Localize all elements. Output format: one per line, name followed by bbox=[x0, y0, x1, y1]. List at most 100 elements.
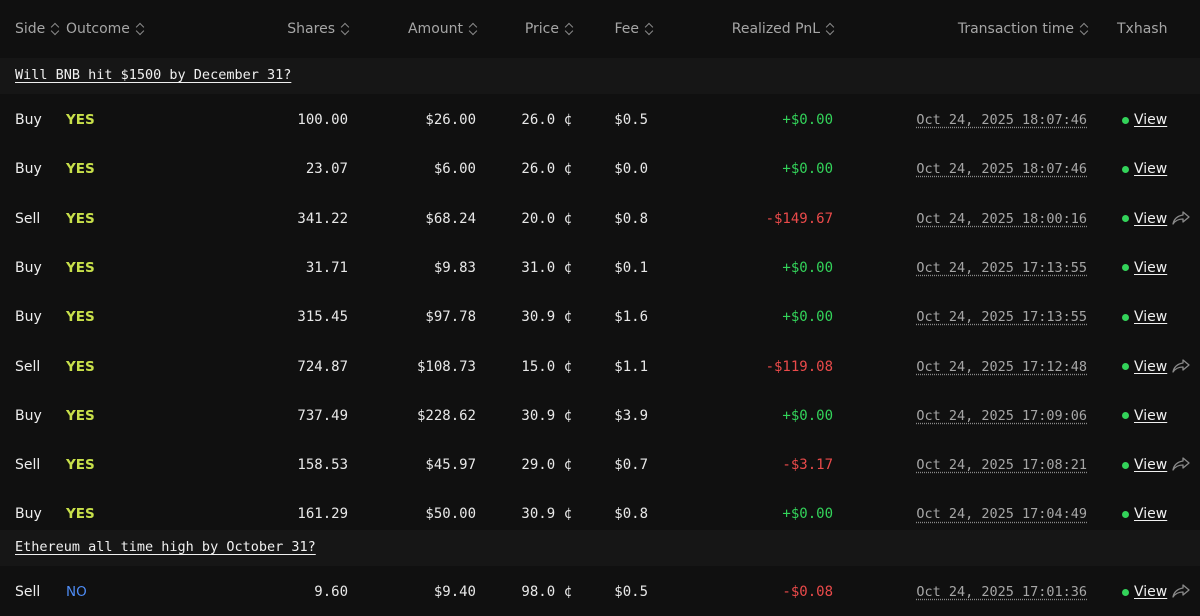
transaction-time[interactable]: Oct 24, 2025 18:00:16 bbox=[916, 210, 1087, 228]
column-header-label: Price bbox=[524, 21, 559, 37]
sort-icon[interactable] bbox=[565, 23, 572, 35]
column-header-side[interactable]: Side bbox=[15, 20, 58, 38]
market-title-link[interactable]: Will BNB hit $1500 by December 31? bbox=[15, 67, 291, 83]
sort-icon[interactable] bbox=[51, 23, 58, 35]
column-header-outcome[interactable]: Outcome bbox=[66, 20, 143, 38]
realized-pnl-cell: +$0.00 bbox=[782, 506, 833, 523]
transaction-time[interactable]: Oct 24, 2025 17:13:55 bbox=[916, 308, 1087, 326]
transaction-time[interactable]: Oct 24, 2025 17:08:21 bbox=[916, 456, 1087, 474]
transaction-time[interactable]: Oct 24, 2025 17:12:48 bbox=[916, 358, 1087, 376]
transaction-time[interactable]: Oct 24, 2025 17:04:49 bbox=[916, 505, 1087, 523]
realized-pnl-cell: -$119.08 bbox=[765, 358, 833, 375]
view-transaction-link[interactable]: View bbox=[1134, 259, 1167, 277]
status-dot-icon bbox=[1122, 510, 1129, 518]
outcome-badge: YES bbox=[66, 161, 95, 178]
fee-cell: $0.8 bbox=[614, 210, 648, 227]
outcome-badge: YES bbox=[66, 457, 95, 474]
fee-cell: $1.1 bbox=[614, 358, 648, 375]
share-icon[interactable] bbox=[1172, 583, 1190, 599]
realized-pnl-cell: +$0.00 bbox=[782, 407, 833, 424]
side-cell: Buy bbox=[15, 309, 42, 326]
amount-cell: $45.97 bbox=[425, 457, 476, 474]
shares-cell: 100.00 bbox=[297, 112, 348, 128]
column-header-label: Transaction time bbox=[957, 21, 1074, 37]
transaction-time[interactable]: Oct 24, 2025 17:01:36 bbox=[916, 583, 1087, 601]
market-group-header: Ethereum all time high by October 31? bbox=[0, 530, 1200, 566]
txhash-cell: View bbox=[1122, 358, 1167, 376]
market-group-header: Will BNB hit $1500 by December 31? bbox=[0, 58, 1200, 94]
column-header-amount[interactable]: Amount bbox=[408, 20, 476, 38]
outcome-badge: YES bbox=[66, 210, 95, 227]
side-cell: Sell bbox=[15, 457, 41, 474]
txhash-cell: View bbox=[1122, 111, 1167, 129]
side-cell: Buy bbox=[15, 506, 42, 523]
amount-cell: $97.78 bbox=[425, 309, 476, 326]
shares-cell: 315.45 bbox=[297, 309, 348, 326]
side-cell: Sell bbox=[15, 358, 41, 375]
price-cell: 30.9 ¢ bbox=[521, 407, 572, 424]
sort-icon[interactable] bbox=[469, 23, 476, 35]
view-transaction-link[interactable]: View bbox=[1134, 407, 1167, 425]
transaction-time[interactable]: Oct 24, 2025 18:07:46 bbox=[916, 111, 1087, 129]
column-header-label: Realized PnL bbox=[731, 21, 820, 37]
sort-icon[interactable] bbox=[136, 23, 143, 35]
txhash-cell: View bbox=[1122, 583, 1167, 601]
share-icon[interactable] bbox=[1172, 210, 1190, 226]
share-icon[interactable] bbox=[1172, 358, 1190, 374]
sort-icon[interactable] bbox=[341, 23, 348, 35]
realized-pnl-cell: +$0.00 bbox=[782, 309, 833, 326]
side-cell: Sell bbox=[15, 584, 41, 600]
txhash-cell: View bbox=[1122, 259, 1167, 277]
table-row: Buy YES 100.00 $26.00 26.0 ¢ $0.5 +$0.00 Oct 24… bbox=[0, 96, 1200, 145]
side-cell: Sell bbox=[15, 210, 41, 227]
table-row: Buy YES 31.71 $9.83 31.0 ¢ $0.1 +$0.00 Oct 24, … bbox=[0, 243, 1200, 293]
view-transaction-link[interactable]: View bbox=[1134, 456, 1167, 474]
txhash-cell: View bbox=[1122, 456, 1167, 474]
sort-icon[interactable] bbox=[826, 23, 833, 35]
amount-cell: $9.83 bbox=[433, 259, 476, 276]
column-header-fee[interactable]: Fee bbox=[614, 20, 652, 38]
share-icon[interactable] bbox=[1172, 456, 1190, 472]
view-transaction-link[interactable]: View bbox=[1134, 210, 1167, 228]
column-header-label: Txhash bbox=[1117, 21, 1168, 37]
shares-cell: 23.07 bbox=[305, 161, 348, 178]
view-transaction-link[interactable]: View bbox=[1134, 505, 1167, 523]
txhash-cell: View bbox=[1122, 407, 1167, 425]
transaction-time[interactable]: Oct 24, 2025 18:07:46 bbox=[916, 160, 1087, 178]
amount-cell: $108.73 bbox=[416, 358, 476, 375]
status-dot-icon bbox=[1122, 588, 1129, 596]
shares-cell: 158.53 bbox=[297, 457, 348, 474]
view-transaction-link[interactable]: View bbox=[1134, 308, 1167, 326]
transaction-time[interactable]: Oct 24, 2025 17:13:55 bbox=[916, 259, 1087, 277]
outcome-badge: YES bbox=[66, 112, 95, 128]
table-row: Sell YES 158.53 $45.97 29.0 ¢ $0.7 -$3.17 Oct 2… bbox=[0, 441, 1200, 491]
status-dot-icon bbox=[1122, 461, 1129, 469]
outcome-badge: YES bbox=[66, 309, 95, 326]
view-transaction-link[interactable]: View bbox=[1134, 160, 1167, 178]
price-cell: 20.0 ¢ bbox=[521, 210, 572, 227]
fee-cell: $1.6 bbox=[614, 309, 648, 326]
status-dot-icon bbox=[1122, 412, 1129, 420]
column-header-transaction-time[interactable]: Transaction time bbox=[958, 20, 1087, 38]
status-dot-icon bbox=[1122, 116, 1129, 124]
sort-icon[interactable] bbox=[1080, 23, 1087, 35]
view-transaction-link[interactable]: View bbox=[1134, 111, 1167, 129]
market-title-link[interactable]: Ethereum all time high by October 31? bbox=[15, 539, 316, 555]
realized-pnl-cell: +$0.00 bbox=[782, 161, 833, 178]
amount-cell: $228.62 bbox=[416, 407, 476, 424]
shares-cell: 737.49 bbox=[297, 407, 348, 424]
column-header-price[interactable]: Price bbox=[525, 20, 572, 38]
txhash-cell: View bbox=[1122, 210, 1167, 228]
sort-icon[interactable] bbox=[645, 23, 652, 35]
column-header-realized-pnl[interactable]: Realized PnL bbox=[732, 20, 833, 38]
view-transaction-link[interactable]: View bbox=[1134, 358, 1167, 376]
view-transaction-link[interactable]: View bbox=[1134, 583, 1167, 601]
table-row: Sell YES 724.87 $108.73 15.0 ¢ $1.1 -$119.08 Oc… bbox=[0, 342, 1200, 392]
column-header-label: Outcome bbox=[66, 21, 130, 37]
transaction-time[interactable]: Oct 24, 2025 17:09:06 bbox=[916, 407, 1087, 425]
realized-pnl-cell: -$0.08 bbox=[782, 584, 833, 600]
price-cell: 15.0 ¢ bbox=[521, 358, 572, 375]
column-header-shares[interactable]: Shares bbox=[287, 20, 348, 38]
outcome-badge: NO bbox=[66, 584, 87, 600]
column-header-label: Fee bbox=[614, 21, 639, 37]
